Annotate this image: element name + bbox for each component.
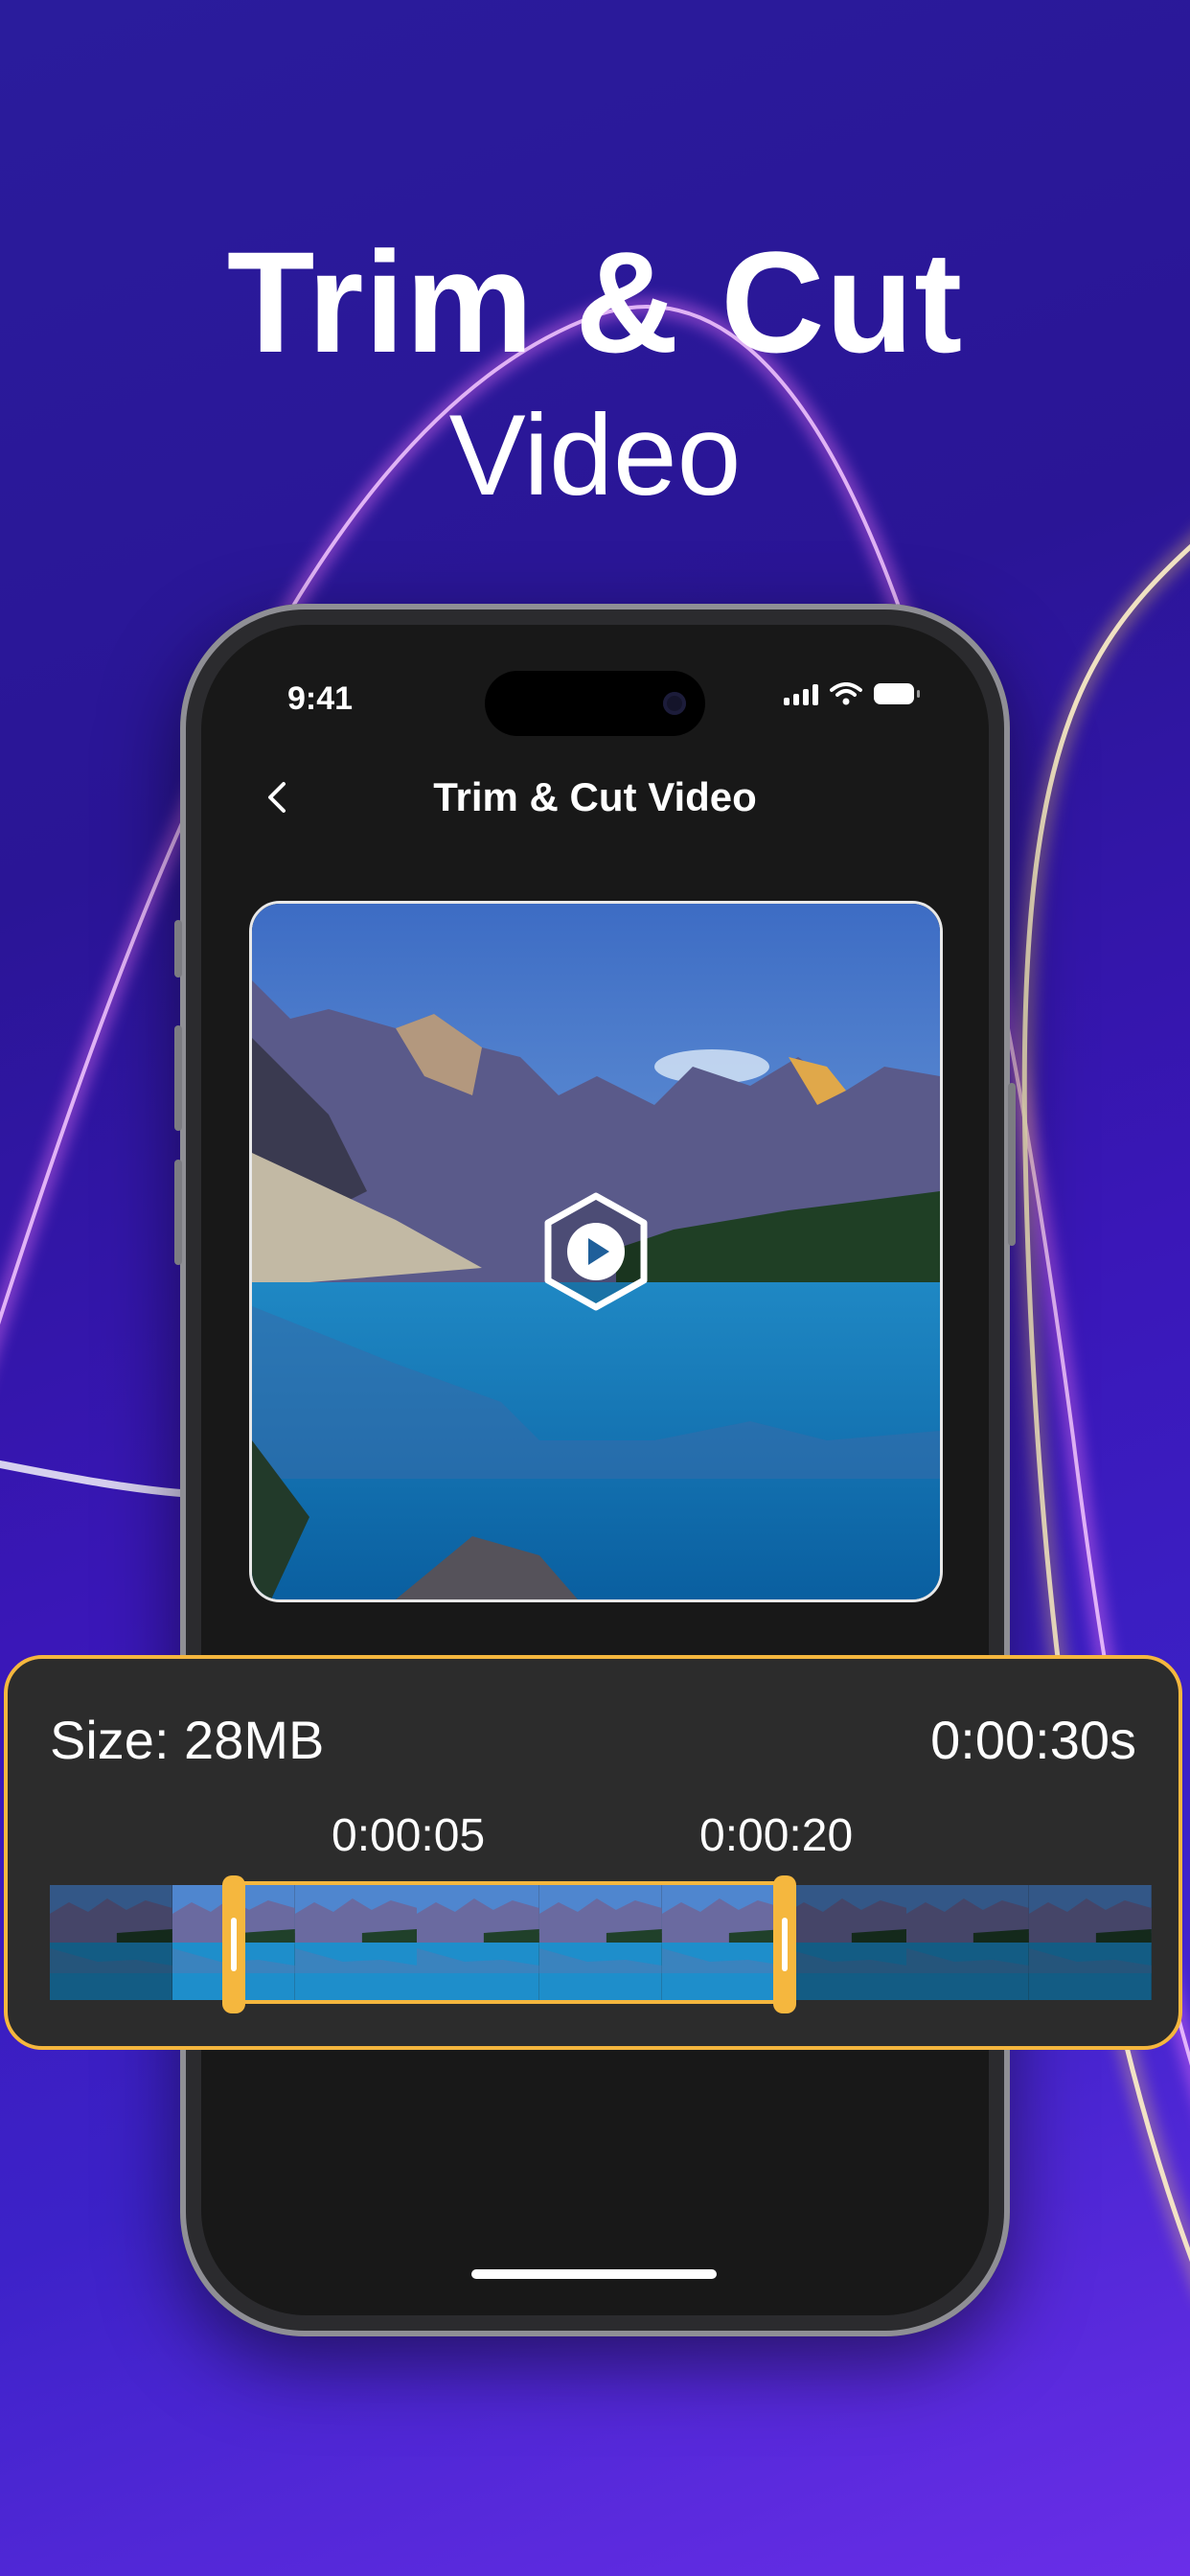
filmstrip-frame [50,1885,172,2000]
home-indicator [471,2269,717,2279]
wifi-icon [830,682,862,705]
cellular-signal-icon [784,682,818,705]
start-time-label: 0:00:05 [332,1810,486,1861]
phone-frame: 9:41 Trim & Cut Video [174,604,1016,2336]
total-duration: 0:00:30s [930,1710,1136,1770]
trim-end-handle[interactable] [772,1875,796,2013]
app-screen: 9:41 Trim & Cut Video [201,625,989,2315]
trim-panel: Size: 28MB 0:00:30s 0:00:05 0:00:20 [4,1655,1182,2050]
status-icons [784,682,920,705]
phone-volume-down [174,1160,182,1265]
filmstrip-frame [1029,1885,1152,2000]
video-preview[interactable] [249,901,943,1602]
phone-side-button [174,920,182,978]
battery-icon [874,683,920,704]
file-size: Size: 28MB [50,1710,325,1770]
headline-title: Trim & Cut [226,221,964,382]
camera-icon [663,692,686,715]
trim-start-handle[interactable] [221,1875,245,2013]
phone-power-button [1008,1083,1016,1246]
page-title: Trim & Cut Video [433,774,757,819]
phone-volume-up [174,1025,182,1131]
play-icon[interactable] [538,1190,653,1313]
filmstrip-frame [906,1885,1030,2000]
filmstrip-frame [784,1885,907,2000]
dynamic-island [485,671,705,736]
end-time-label: 0:00:20 [699,1810,854,1861]
status-time: 9:41 [287,680,354,717]
headline-subtitle: Video [448,391,742,519]
trim-selection[interactable] [233,1881,785,2004]
